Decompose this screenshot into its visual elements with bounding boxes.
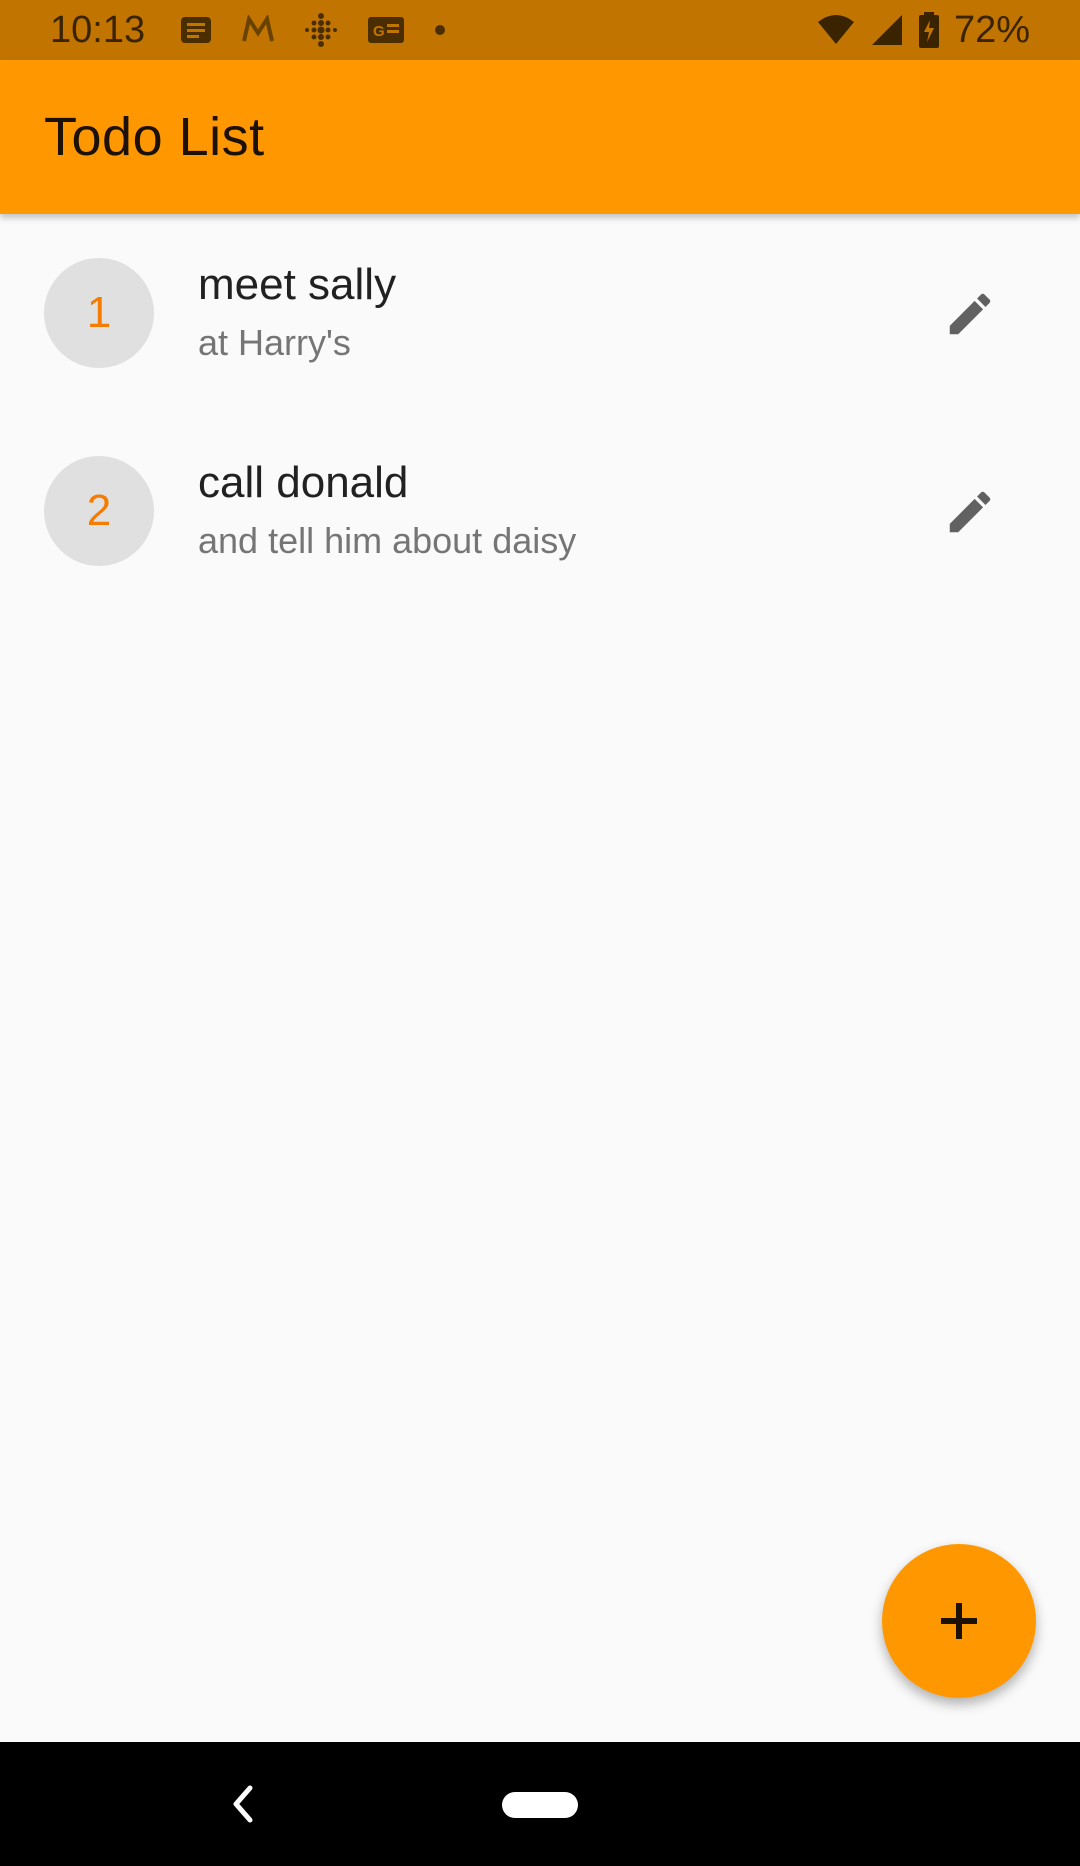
gmail-icon — [242, 15, 275, 42]
todo-title: meet sally — [198, 260, 397, 309]
back-icon[interactable] — [222, 1778, 262, 1830]
system-icons: 72% — [816, 9, 1030, 52]
todo-number: 2 — [86, 486, 112, 535]
todo-number: 1 — [86, 288, 112, 337]
edit-icon — [949, 293, 991, 335]
page-title: Todo List — [44, 107, 265, 167]
edit-icon — [949, 491, 991, 533]
battery-charging-icon — [918, 12, 939, 48]
wifi-icon — [817, 15, 854, 44]
battery-percent: 72% — [953, 8, 1030, 51]
todo-list: 1 meet sally at Harry's 2 call donald an… — [0, 214, 1080, 610]
svg-text:G: G — [373, 23, 385, 40]
status-bar: 10:13 G 72% — [0, 0, 1080, 60]
todo-number-avatar: 1 — [44, 258, 154, 368]
plus-icon — [941, 1603, 977, 1639]
dot-icon — [435, 25, 446, 35]
add-todo-button[interactable] — [882, 1544, 1036, 1698]
fitbit-icon — [305, 13, 338, 47]
navigation-bar — [0, 1742, 1080, 1866]
list-item[interactable]: 2 call donald and tell him about daisy — [0, 412, 1080, 610]
notification-icons: G — [179, 12, 447, 48]
list-item[interactable]: 1 meet sally at Harry's — [0, 214, 1080, 412]
todo-subtitle: and tell him about daisy — [198, 520, 577, 561]
todo-title: call donald — [198, 458, 409, 507]
todo-subtitle: at Harry's — [198, 322, 351, 363]
news-icon: G — [368, 17, 405, 43]
signal-icon — [871, 15, 902, 45]
edit-button[interactable] — [930, 274, 1010, 354]
home-pill-icon[interactable] — [502, 1792, 578, 1818]
status-time: 10:13 — [50, 8, 146, 51]
app-bar: Todo List — [0, 60, 1080, 214]
notes-icon — [181, 17, 212, 43]
todo-number-avatar: 2 — [44, 456, 154, 566]
edit-button[interactable] — [930, 472, 1010, 552]
